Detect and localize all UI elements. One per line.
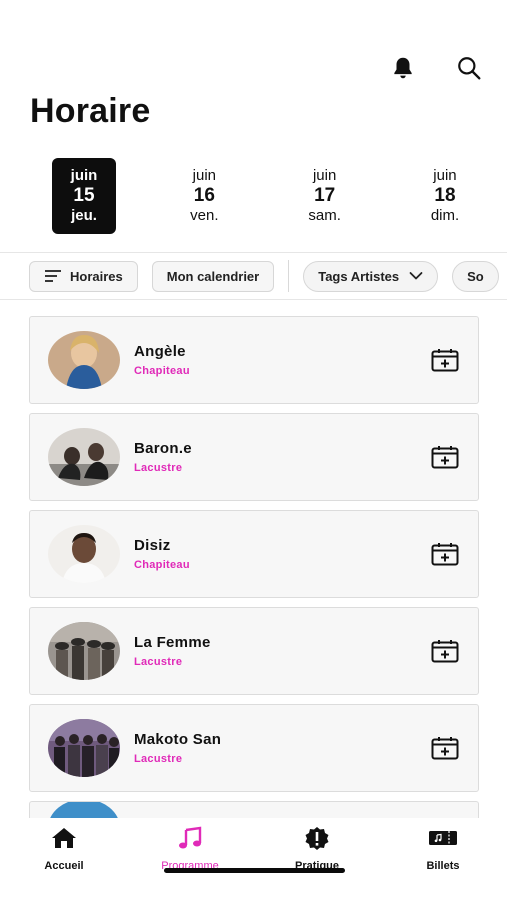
- add-to-calendar-icon[interactable]: [430, 444, 460, 470]
- tab-accueil[interactable]: Accueil: [19, 826, 109, 872]
- date-day: 15: [73, 185, 95, 206]
- stage-name: Lacustre: [134, 656, 183, 668]
- header-actions: [389, 54, 483, 82]
- stage-name: Chapiteau: [134, 365, 190, 377]
- tab-label: Accueil: [44, 860, 84, 872]
- date-item-16[interactable]: juin 16 ven.: [172, 158, 236, 234]
- tab-billets[interactable]: Billets: [398, 826, 488, 872]
- artist-name: La Femme: [134, 634, 211, 651]
- date-weekday: jeu.: [71, 207, 97, 224]
- music-note-icon: [176, 826, 204, 855]
- artist-photo: [48, 331, 120, 389]
- filter-divider: [288, 260, 290, 292]
- artist-card[interactable]: Baron.e Lacustre: [29, 413, 479, 501]
- date-day: 16: [193, 185, 215, 206]
- date-weekday: dim.: [430, 207, 460, 224]
- chevron-down-icon: [409, 271, 423, 281]
- artist-photo: [48, 428, 120, 486]
- date-selector: juin 15 jeu. juin 16 ven. juin 17 sam. j…: [52, 158, 477, 234]
- date-day: 17: [314, 185, 336, 206]
- home-icon: [50, 826, 78, 855]
- artist-photo: [48, 622, 120, 680]
- bell-icon[interactable]: [389, 54, 417, 82]
- home-indicator[interactable]: [164, 868, 345, 873]
- info-badge-icon: [303, 826, 331, 855]
- tab-programme[interactable]: Programme: [145, 826, 235, 872]
- artist-name: Makoto San: [134, 731, 222, 748]
- date-weekday: sam.: [308, 207, 341, 224]
- partial-filter-label: So: [467, 268, 484, 284]
- date-item-15[interactable]: juin 15 jeu.: [52, 158, 116, 234]
- stage-name: Lacustre: [134, 753, 183, 765]
- ticket-icon: [428, 826, 458, 855]
- filter-bar[interactable]: Horaires Mon calendrier Tags Artistes So: [0, 252, 507, 300]
- date-item-18[interactable]: juin 18 dim.: [413, 158, 477, 234]
- date-item-17[interactable]: juin 17 sam.: [293, 158, 357, 234]
- partial-filter-chip[interactable]: So: [452, 260, 499, 292]
- horaires-filter-button[interactable]: Horaires: [29, 260, 138, 292]
- horaires-filter-label: Horaires: [70, 268, 123, 284]
- artist-card[interactable]: La Femme Lacustre: [29, 607, 479, 695]
- bottom-tab-bar: Accueil Programme Pratique Billets: [0, 818, 507, 900]
- tab-label: Billets: [426, 860, 460, 872]
- stage-name: Lacustre: [134, 462, 183, 474]
- date-month: juin: [70, 167, 98, 184]
- artist-photo: [48, 525, 120, 583]
- artist-tags-label: Tags Artistes: [318, 268, 400, 284]
- artist-tags-dropdown[interactable]: Tags Artistes: [303, 260, 439, 292]
- artist-name: Disiz: [134, 537, 171, 554]
- artist-card[interactable]: Angèle Chapiteau: [29, 316, 479, 404]
- artist-card[interactable]: Disiz Chapiteau: [29, 510, 479, 598]
- page-title: Horaire: [30, 92, 151, 130]
- date-day: 18: [434, 185, 456, 206]
- artist-photo: [48, 719, 120, 777]
- stage-name: Chapiteau: [134, 559, 190, 571]
- date-weekday: ven.: [190, 207, 219, 224]
- list-sort-icon: [44, 269, 62, 283]
- add-to-calendar-icon[interactable]: [430, 347, 460, 373]
- date-month: juin: [433, 167, 457, 184]
- artist-name: Angèle: [134, 343, 186, 360]
- add-to-calendar-icon[interactable]: [430, 541, 460, 567]
- artist-list: Angèle Chapiteau Baron.e Lacustre Disiz …: [29, 316, 479, 832]
- my-calendar-filter-button[interactable]: Mon calendrier: [151, 260, 275, 292]
- tab-pratique[interactable]: Pratique: [272, 826, 362, 872]
- add-to-calendar-icon[interactable]: [430, 638, 460, 664]
- search-icon[interactable]: [455, 54, 483, 82]
- add-to-calendar-icon[interactable]: [430, 735, 460, 761]
- my-calendar-filter-label: Mon calendrier: [166, 268, 260, 284]
- date-month: juin: [192, 167, 216, 184]
- artist-name: Baron.e: [134, 440, 192, 457]
- date-month: juin: [312, 167, 337, 184]
- artist-card[interactable]: Makoto San Lacustre: [29, 704, 479, 792]
